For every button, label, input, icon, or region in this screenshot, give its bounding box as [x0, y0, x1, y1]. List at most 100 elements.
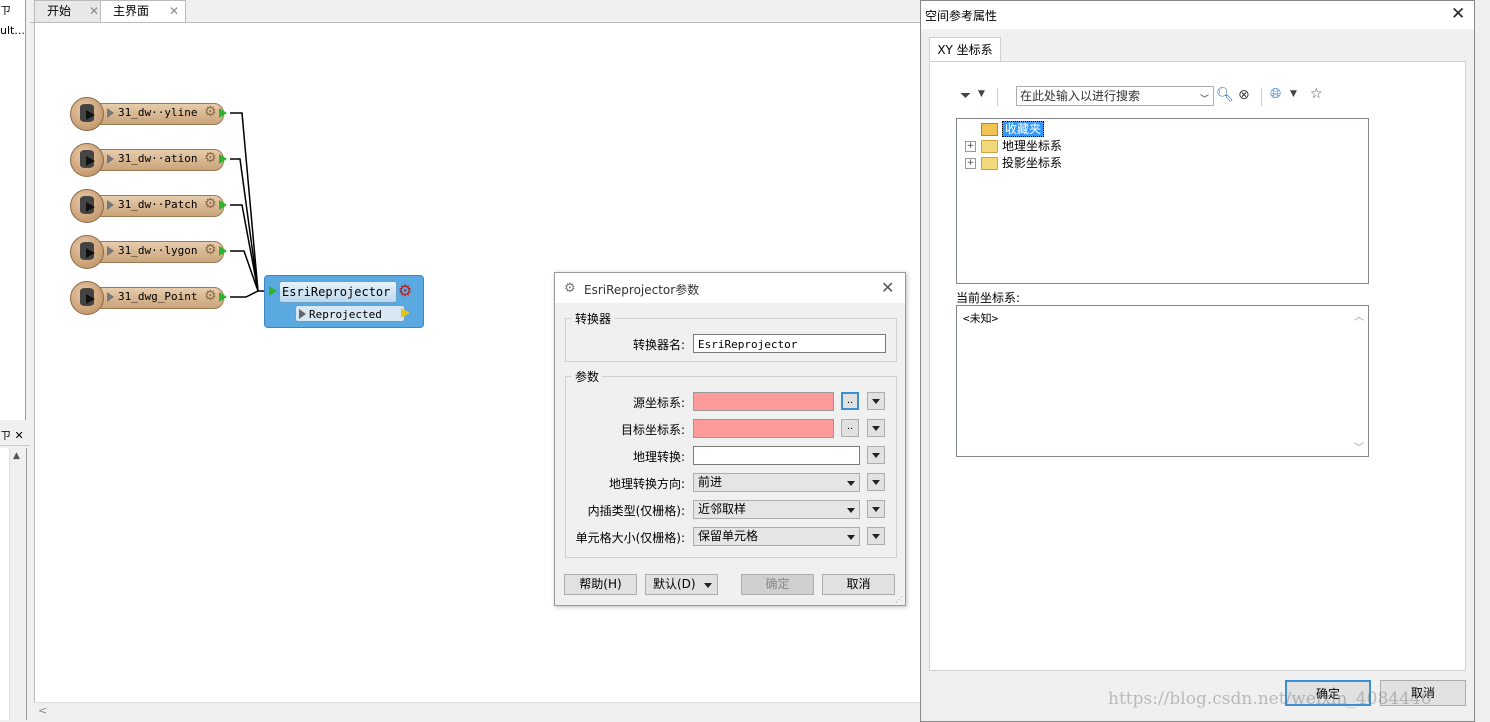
close-icon[interactable]: ✕: [881, 278, 894, 297]
select-value: 保留单元格: [698, 529, 759, 543]
folder-icon: [981, 140, 998, 153]
chevron-down-icon: [872, 426, 880, 431]
dialog-title-bar[interactable]: ⚙ EsriReprojector参数 ✕: [555, 273, 905, 303]
toolbar-divider: [997, 88, 998, 106]
output-port-icon[interactable]: [219, 292, 227, 302]
reader-label: 31_dwg_Point: [118, 290, 198, 303]
current-cs-label: 当前坐标系:: [956, 291, 1021, 305]
chevron-down-icon: [872, 480, 880, 485]
gear-icon[interactable]: ⚙: [204, 242, 217, 258]
tree-item-favorites[interactable]: 收藏夹: [965, 121, 1045, 137]
select-value: 近邻取样: [698, 502, 747, 516]
tree-item-geographic[interactable]: + 地理坐标系: [965, 138, 1062, 154]
xy-cs-panel: ⏷ ▼ 在此处输入以进行搜索 ﹀ 🔍︎ ⊗ 🌐︎ ▼ ☆ 收藏夹 + 地理坐标系 …: [929, 61, 1466, 671]
expand-icon[interactable]: +: [965, 158, 976, 169]
geo-transform-field[interactable]: [693, 446, 860, 465]
output-port-icon[interactable]: [219, 154, 227, 164]
watermark: https://blog.csdn.net/weixin_4084446: [1108, 689, 1432, 709]
reader-label: 31_dw··ation: [118, 152, 198, 165]
favorites-folder-icon: [981, 123, 998, 136]
gear-icon[interactable]: ⚙: [204, 288, 217, 304]
reader-node-polygon[interactable]: 31_dw··lygon ⚙: [70, 235, 228, 269]
globe-icon[interactable]: 🌐︎: [1270, 86, 1281, 102]
geo-direction-menu-button[interactable]: [867, 473, 885, 491]
expand-icon[interactable]: [299, 309, 306, 319]
settings-gear-icon[interactable]: ⚙: [398, 281, 412, 300]
input-port-icon[interactable]: [269, 286, 277, 296]
source-cs-field[interactable]: [693, 392, 834, 411]
target-cs-field[interactable]: [693, 419, 834, 438]
cell-size-select[interactable]: 保留单元格: [693, 527, 860, 546]
default-button-label: 默认(D): [653, 577, 696, 591]
tab-xy-cs[interactable]: XY 坐标系: [929, 37, 1001, 63]
cancel-button[interactable]: 取消: [822, 574, 895, 595]
default-button[interactable]: 默认(D): [645, 574, 718, 595]
interp-menu-button[interactable]: [867, 500, 885, 518]
chevron-down-icon[interactable]: ▼: [1290, 89, 1297, 99]
chevron-down-icon: ﹀: [1199, 95, 1209, 105]
output-port-icon[interactable]: [219, 246, 227, 256]
target-cs-label: 目标坐标系:: [620, 423, 685, 437]
expand-icon[interactable]: [107, 200, 114, 210]
expand-icon[interactable]: [107, 246, 114, 256]
gear-icon[interactable]: ⚙: [204, 104, 217, 120]
interp-select[interactable]: 近邻取样: [693, 500, 860, 519]
cell-size-menu-button[interactable]: [867, 527, 885, 545]
reader-label: 31_dw··lygon: [118, 244, 198, 257]
output-port-icon[interactable]: [219, 108, 227, 118]
current-cs-text[interactable]: <未知> ︿ ﹀: [956, 305, 1369, 457]
expand-icon[interactable]: +: [965, 141, 976, 152]
close-icon[interactable]: ✕: [1451, 4, 1465, 24]
transformer-node[interactable]: EsriReprojector ⚙ Reprojected: [264, 275, 424, 328]
cs-tree[interactable]: 收藏夹 + 地理坐标系 + 投影坐标系: [956, 118, 1369, 284]
chevron-down-icon: [847, 535, 855, 540]
chevron-down-icon: [872, 534, 880, 539]
scroll-down-icon[interactable]: ﹀: [1354, 439, 1364, 454]
tree-item-projected[interactable]: + 投影坐标系: [965, 155, 1062, 171]
expand-icon[interactable]: [107, 292, 114, 302]
group-label: 参数: [572, 368, 603, 385]
chevron-down-icon[interactable]: ▼: [978, 89, 985, 99]
toolbar-divider: [1261, 88, 1262, 106]
chevron-down-icon: [847, 481, 855, 486]
search-input[interactable]: 在此处输入以进行搜索 ﹀: [1016, 86, 1214, 106]
tree-item-label: 地理坐标系: [1002, 139, 1063, 153]
geo-direction-select[interactable]: 前进: [693, 473, 860, 492]
geo-transform-menu-button[interactable]: [867, 446, 885, 464]
spatial-reference-dialog: 空间参考属性 ✕ XY 坐标系 ⏷ ▼ 在此处输入以进行搜索 ﹀ 🔍︎ ⊗ 🌐︎…: [920, 0, 1475, 722]
search-icon[interactable]: 🔍︎: [1216, 87, 1234, 103]
clear-search-icon[interactable]: ⊗: [1238, 87, 1250, 103]
reader-node-multipatch[interactable]: 31_dw··Patch ⚙: [70, 189, 228, 223]
geo-transform-label: 地理转换:: [632, 450, 685, 464]
scroll-up-icon[interactable]: ︿: [1354, 308, 1364, 323]
interp-label: 内插类型(仅栅格):: [587, 504, 685, 518]
search-placeholder: 在此处输入以进行搜索: [1020, 89, 1141, 103]
chevron-down-icon: [872, 453, 880, 458]
reader-node-point[interactable]: 31_dwg_Point ⚙: [70, 281, 228, 315]
target-cs-menu-button[interactable]: [867, 419, 885, 437]
output-port-icon[interactable]: [219, 200, 227, 210]
gear-icon[interactable]: ⚙: [204, 150, 217, 166]
expand-icon[interactable]: [107, 154, 114, 164]
ok-button[interactable]: 确定: [741, 574, 814, 595]
source-cs-browse-button[interactable]: ..: [841, 392, 859, 410]
group-label: 转换器: [572, 310, 615, 327]
reader-node-polyline[interactable]: 31_dw··yline ⚙: [70, 97, 228, 131]
help-button[interactable]: 帮助(H): [564, 574, 637, 595]
dialog-title-bar[interactable]: 空间参考属性 ✕: [921, 1, 1474, 29]
output-port-icon[interactable]: [401, 308, 410, 318]
source-cs-menu-button[interactable]: [867, 392, 885, 410]
reader-node-annotation[interactable]: 31_dw··ation ⚙: [70, 143, 228, 177]
output-port-reprojected[interactable]: Reprojected: [295, 305, 405, 322]
add-favorite-icon[interactable]: ☆: [1310, 86, 1323, 102]
chevron-down-icon: [872, 507, 880, 512]
target-cs-browse-button[interactable]: ..: [841, 419, 859, 437]
filter-icon[interactable]: ⏷: [960, 88, 971, 104]
source-cs-label: 源坐标系:: [632, 396, 685, 410]
transformer-name-label: 转换器名:: [632, 338, 685, 352]
gear-icon[interactable]: ⚙: [204, 196, 217, 212]
dialog-title: 空间参考属性: [925, 9, 998, 23]
expand-icon[interactable]: [107, 108, 114, 118]
resize-grip-icon[interactable]: ⋰: [895, 595, 903, 604]
transformer-name-field[interactable]: EsriReprojector: [693, 334, 886, 353]
